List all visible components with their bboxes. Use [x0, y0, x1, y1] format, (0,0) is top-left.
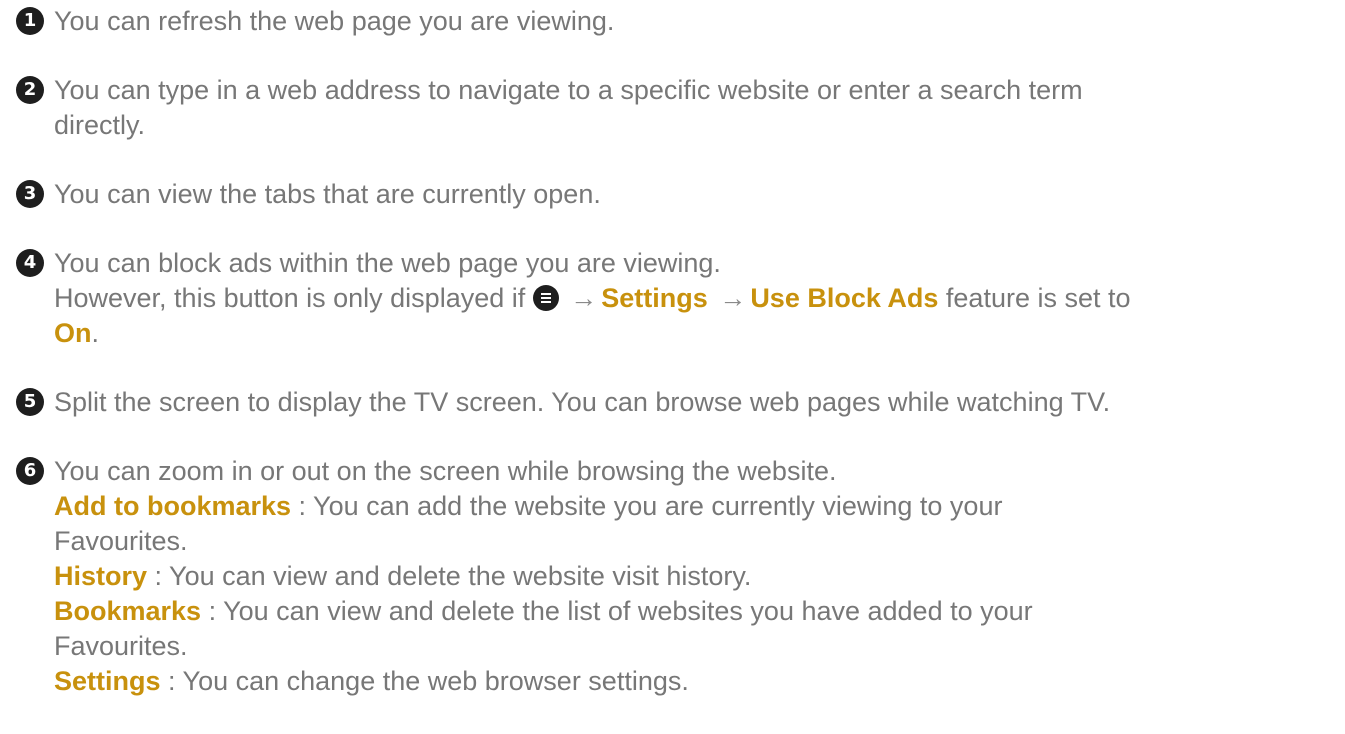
entry-settings: Settings : You can change the web browse…	[54, 664, 1326, 699]
item-6-text: You can zoom in or out on the screen whi…	[54, 456, 837, 486]
bookmarks-desc: : You can view and delete the list of we…	[201, 596, 1033, 626]
number-badge-4: 4	[16, 249, 44, 277]
item-tabs: 3 You can view the tabs that are current…	[16, 177, 1326, 212]
entry-bookmarks: Bookmarks : You can view and delete the …	[54, 594, 1326, 629]
on-term: On	[54, 318, 92, 348]
bookmarks-desc-line2: Favourites.	[54, 631, 188, 661]
item-refresh: 1 You can refresh the web page you are v…	[16, 4, 1326, 39]
help-page: 1 You can refresh the web page you are v…	[0, 0, 1345, 734]
number-badge-1: 1	[16, 7, 44, 35]
arrow-right-icon: →	[719, 283, 747, 313]
item-1-text: You can refresh the web page you are vie…	[54, 6, 615, 36]
settings-desc: : You can change the web browser setting…	[160, 666, 689, 696]
number-badge-2: 2	[16, 76, 44, 104]
item-4-text-line3: On.	[54, 316, 1326, 351]
item-3-text: You can view the tabs that are currently…	[54, 179, 601, 209]
use-block-ads-term: Use Block Ads	[750, 283, 939, 313]
item-menu: 6 You can zoom in or out on the screen w…	[16, 454, 1326, 699]
add-to-bookmarks-desc-line2: Favourites.	[54, 526, 188, 556]
number-badge-5: 5	[16, 388, 44, 416]
arrow-right-icon: →	[570, 283, 598, 313]
entry-add-to-bookmarks: Add to bookmarks : You can add the websi…	[54, 489, 1326, 524]
item-4-suffix: feature is set to	[945, 283, 1131, 313]
item-split-screen: 5 Split the screen to display the TV scr…	[16, 385, 1326, 420]
item-2-text-line2: directly.	[54, 110, 146, 140]
bookmarks-term: Bookmarks	[54, 596, 202, 626]
settings-term: Settings	[601, 283, 708, 313]
add-to-bookmarks-term: Add to bookmarks	[54, 491, 292, 521]
history-term: History	[54, 561, 148, 591]
entry-history: History : You can view and delete the we…	[54, 559, 1326, 594]
number-badge-3: 3	[16, 180, 44, 208]
item-4-text-line2: However, this button is only displayed i…	[54, 281, 1326, 316]
add-to-bookmarks-desc: : You can add the website you are curren…	[291, 491, 1003, 521]
item-4-text-line1: You can block ads within the web page yo…	[54, 248, 721, 278]
item-4-period: .	[91, 318, 100, 348]
menu-icon	[532, 285, 559, 311]
history-desc: : You can view and delete the website vi…	[147, 561, 752, 591]
item-4-prefix: However, this button is only displayed i…	[54, 283, 526, 313]
item-2-text-line1: You can type in a web address to navigat…	[54, 75, 1083, 105]
number-badge-6: 6	[16, 457, 44, 485]
settings-entry-term: Settings	[54, 666, 161, 696]
item-address-bar: 2 You can type in a web address to navig…	[16, 73, 1326, 143]
item-block-ads: 4 You can block ads within the web page …	[16, 246, 1326, 351]
item-5-text: Split the screen to display the TV scree…	[54, 387, 1111, 417]
